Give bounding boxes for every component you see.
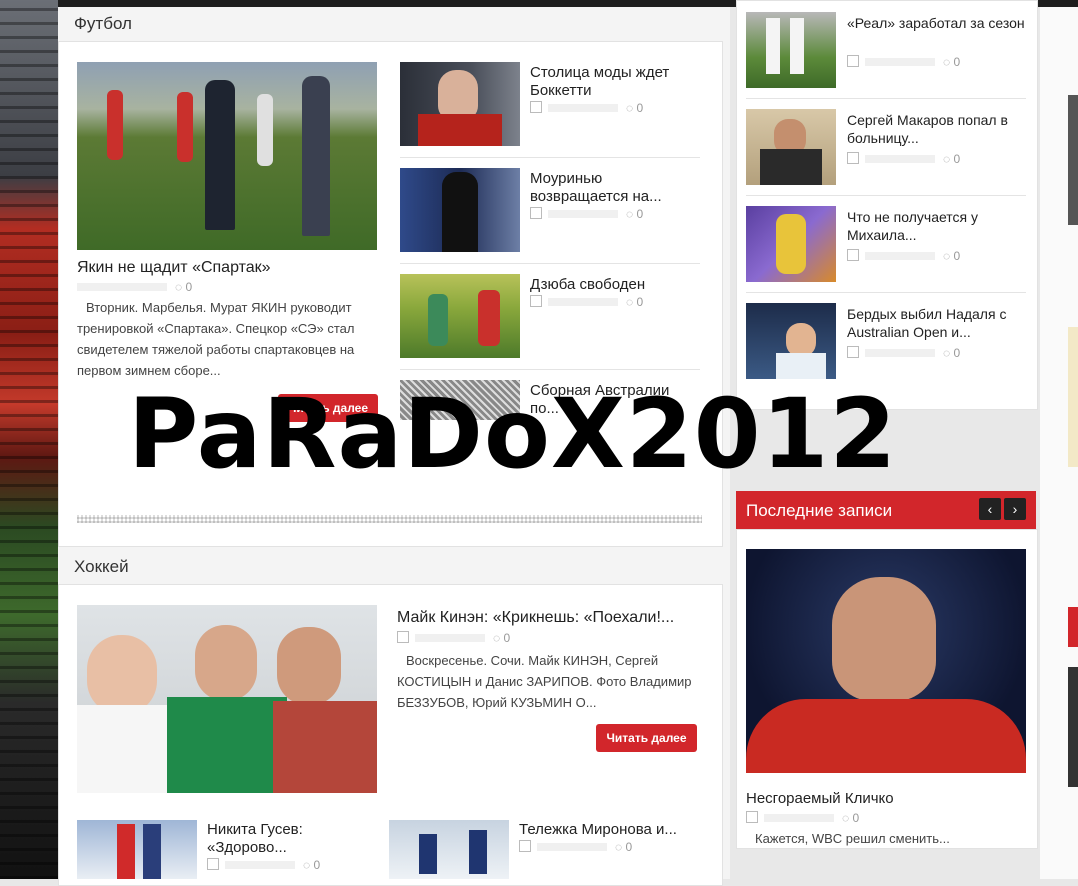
news-thumb-3[interactable]	[400, 274, 520, 358]
news-meta-2: ◌ 0	[530, 207, 643, 221]
sidebar-title-1[interactable]: «Реал» заработал за сезон	[847, 14, 1027, 32]
news-thumb-2[interactable]	[400, 168, 520, 252]
sidebar-title-4[interactable]: Бердых выбил Надаля с Australian Open и.…	[847, 305, 1027, 341]
calendar-icon	[847, 55, 859, 67]
news-title-2[interactable]: Моуринью возвращается на...	[530, 170, 700, 206]
calendar-icon	[847, 249, 859, 261]
calendar-icon	[847, 346, 859, 358]
sidebar-title-3[interactable]: Что не получается у Михаила...	[847, 208, 1027, 244]
sidebar-title-2[interactable]: Сергей Макаров попал в больницу...	[847, 111, 1027, 147]
divider	[400, 263, 700, 264]
hockey-meta-2: ◌ 0	[519, 840, 632, 854]
calendar-icon	[530, 295, 542, 307]
comment-icon: ◌	[626, 295, 634, 309]
sidebar-meta-3: ◌ 0	[847, 249, 960, 263]
recent-posts-header: Последние записи ‹ ›	[736, 491, 1036, 529]
comment-icon: ◌	[943, 152, 951, 166]
comment-icon: ◌	[842, 811, 850, 825]
comment-icon: ◌	[615, 840, 623, 854]
section-heading-football: Футбол	[74, 14, 132, 33]
calendar-icon	[746, 811, 758, 823]
prev-arrow-icon[interactable]: ‹	[979, 498, 1001, 520]
section-heading-hockey: Хоккей	[74, 557, 129, 576]
comment-icon: ◌	[943, 249, 951, 263]
divider	[400, 157, 700, 158]
hockey-featured-meta: ◌ 0	[397, 631, 510, 645]
sidebar-meta-4: ◌ 0	[847, 346, 960, 360]
calendar-icon	[519, 840, 531, 852]
hockey-featured-image[interactable]	[77, 605, 377, 793]
divider	[746, 195, 1026, 196]
comment-icon: ◌	[493, 631, 501, 645]
calendar-icon	[530, 207, 542, 219]
recent-posts-heading: Последние записи	[746, 501, 893, 520]
news-title-1[interactable]: Столица моды ждет Боккетти	[530, 64, 700, 100]
recent-post-image[interactable]	[746, 549, 1026, 773]
sidebar-thumb-2[interactable]	[746, 109, 836, 185]
divider	[746, 292, 1026, 293]
section-separator	[77, 515, 702, 523]
hockey-title-1[interactable]: Никита Гусев: «Здорово...	[207, 821, 367, 857]
news-thumb-1[interactable]	[400, 62, 520, 146]
divider	[400, 369, 700, 370]
news-meta-1: ◌ 0	[530, 101, 643, 115]
divider	[746, 98, 1026, 99]
hockey-thumb-2[interactable]	[389, 820, 509, 879]
news-title-3[interactable]: Дзюба свободен	[530, 276, 700, 294]
football-featured-meta: ◌ 0	[77, 280, 192, 294]
football-featured-excerpt: Вторник. Марбелья. Мурат ЯКИН руководит …	[77, 300, 355, 378]
comment-icon: ◌	[175, 280, 183, 294]
stadium-background	[0, 0, 58, 879]
hockey-featured-title[interactable]: Майк Кинэн: «Крикнешь: «Поехали!...	[397, 609, 697, 627]
recent-post-excerpt: Кажется, WBC решил сменить...	[755, 831, 950, 846]
news-meta-3: ◌ 0	[530, 295, 643, 309]
hockey-thumb-1[interactable]	[77, 820, 197, 879]
comment-icon: ◌	[626, 101, 634, 115]
sidebar-thumb-1[interactable]	[746, 12, 836, 88]
football-featured-image[interactable]	[77, 62, 377, 250]
watermark-text: PaRaDoX2012	[128, 378, 898, 490]
comment-icon: ◌	[626, 207, 634, 221]
comment-icon: ◌	[303, 858, 311, 872]
calendar-icon	[397, 631, 409, 643]
hockey-read-more-button[interactable]: Читать далее	[596, 724, 697, 752]
hockey-featured-excerpt: Воскресенье. Сочи. Майк КИНЭН, Сергей КО…	[397, 653, 692, 710]
football-featured-title[interactable]: Якин не щадит «Спартак»	[77, 259, 271, 277]
calendar-icon	[847, 152, 859, 164]
sidebar-thumb-3[interactable]	[746, 206, 836, 282]
comment-icon: ◌	[943, 55, 951, 69]
sidebar-meta-2: ◌ 0	[847, 152, 960, 166]
sidebar-meta-1: ◌ 0	[847, 55, 960, 69]
next-arrow-icon[interactable]: ›	[1004, 498, 1026, 520]
right-edge-column	[1040, 7, 1078, 879]
comment-icon: ◌	[943, 346, 951, 360]
calendar-icon	[207, 858, 219, 870]
hockey-title-2[interactable]: Тележка Миронова и...	[519, 821, 689, 839]
recent-post-title[interactable]: Несгораемый Кличко	[746, 790, 1026, 808]
calendar-icon	[530, 101, 542, 113]
hockey-meta-1: ◌ 0	[207, 858, 320, 872]
sidebar-thumb-4[interactable]	[746, 303, 836, 379]
recent-post-meta: ◌ 0	[746, 811, 859, 825]
